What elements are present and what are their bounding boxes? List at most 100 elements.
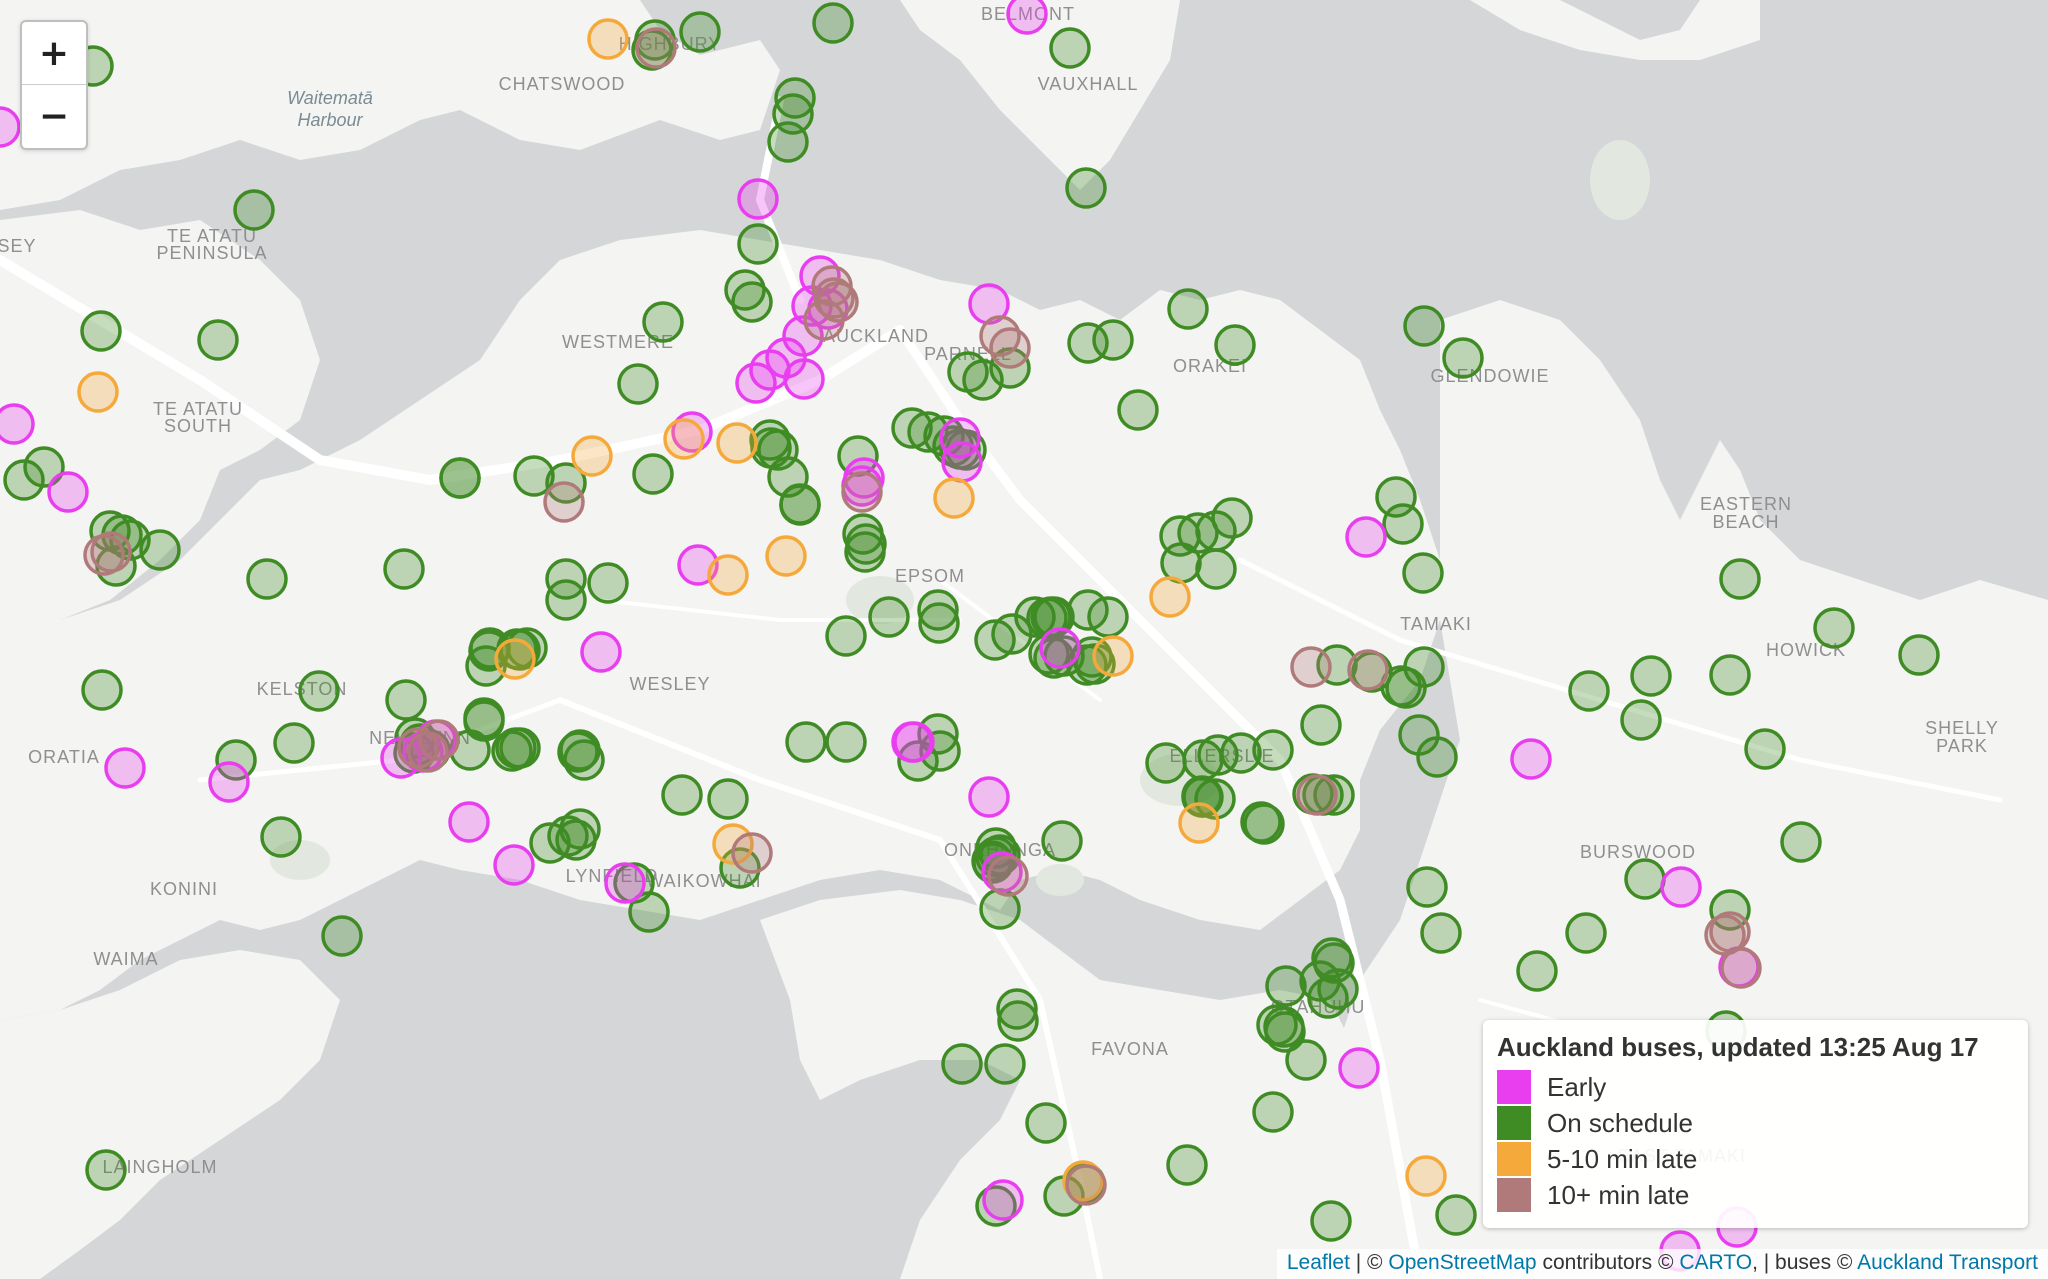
bus-marker-early[interactable]: [941, 441, 983, 483]
bus-marker-on-schedule[interactable]: [974, 619, 1016, 661]
bus-marker-on-schedule[interactable]: [1516, 950, 1558, 992]
bus-marker-late-5-10[interactable]: [933, 477, 975, 519]
bus-marker-on-schedule[interactable]: [559, 808, 601, 850]
bus-marker-early[interactable]: [104, 747, 146, 789]
bus-marker-on-schedule[interactable]: [1195, 548, 1237, 590]
bus-marker-early[interactable]: [1039, 627, 1081, 669]
bus-marker-late-10-plus[interactable]: [418, 719, 460, 761]
bus-marker-on-schedule[interactable]: [1243, 803, 1285, 845]
bus-marker-on-schedule[interactable]: [1630, 655, 1672, 697]
bus-marker-on-schedule[interactable]: [1382, 503, 1424, 545]
bus-marker-early[interactable]: [982, 1179, 1024, 1221]
bus-marker-on-schedule[interactable]: [812, 2, 854, 44]
bus-marker-on-schedule[interactable]: [1624, 858, 1666, 900]
bus-marker-on-schedule[interactable]: [1252, 1091, 1294, 1133]
bus-marker-late-5-10[interactable]: [1149, 576, 1191, 618]
osm-link[interactable]: OpenStreetMap: [1388, 1251, 1536, 1274]
bus-marker-early[interactable]: [735, 362, 777, 404]
bus-marker-on-schedule[interactable]: [197, 319, 239, 361]
bus-marker-on-schedule[interactable]: [1025, 1102, 1067, 1144]
zoom-out-button[interactable]: −: [22, 85, 86, 147]
bus-marker-on-schedule[interactable]: [1402, 552, 1444, 594]
bus-marker-early[interactable]: [580, 631, 622, 673]
bus-marker-on-schedule[interactable]: [1041, 820, 1083, 862]
bus-marker-on-schedule[interactable]: [321, 915, 363, 957]
bus-marker-on-schedule[interactable]: [642, 301, 684, 343]
bus-marker-early[interactable]: [47, 471, 89, 513]
bus-marker-on-schedule[interactable]: [385, 679, 427, 721]
bus-marker-on-schedule[interactable]: [298, 670, 340, 712]
bus-marker-late-5-10[interactable]: [663, 418, 705, 460]
bus-marker-late-10-plus[interactable]: [83, 534, 125, 576]
bus-marker-late-5-10[interactable]: [587, 18, 629, 60]
bus-marker-late-5-10[interactable]: [494, 638, 536, 680]
bus-marker-on-schedule[interactable]: [273, 722, 315, 764]
bus-marker-late-10-plus[interactable]: [1704, 914, 1746, 956]
bus-marker-on-schedule[interactable]: [559, 729, 601, 771]
bus-marker-on-schedule[interactable]: [545, 579, 587, 621]
bus-marker-on-schedule[interactable]: [139, 529, 181, 571]
bus-marker-on-schedule[interactable]: [1065, 167, 1107, 209]
bus-marker-on-schedule[interactable]: [825, 721, 867, 763]
leaflet-link[interactable]: Leaflet: [1287, 1251, 1350, 1274]
bus-marker-late-5-10[interactable]: [716, 422, 758, 464]
bus-marker-on-schedule[interactable]: [587, 562, 629, 604]
bus-marker-on-schedule[interactable]: [737, 223, 779, 265]
bus-marker-late-10-plus[interactable]: [989, 327, 1031, 369]
bus-marker-on-schedule[interactable]: [707, 778, 749, 820]
bus-marker-early[interactable]: [968, 776, 1010, 818]
bus-marker-on-schedule[interactable]: [1092, 319, 1134, 361]
bus-marker-on-schedule[interactable]: [1719, 558, 1761, 600]
bus-marker-on-schedule[interactable]: [1403, 305, 1445, 347]
bus-marker-on-schedule[interactable]: [918, 602, 960, 644]
bus-marker-on-schedule[interactable]: [868, 596, 910, 638]
bus-marker-on-schedule[interactable]: [1166, 1144, 1208, 1186]
bus-marker-early[interactable]: [448, 801, 490, 843]
bus-marker-late-10-plus[interactable]: [1065, 1164, 1107, 1206]
bus-marker-on-schedule[interactable]: [1435, 1194, 1477, 1236]
bus-marker-on-schedule[interactable]: [1565, 912, 1607, 954]
bus-marker-on-schedule[interactable]: [731, 281, 773, 323]
bus-marker-on-schedule[interactable]: [439, 457, 481, 499]
bus-marker-on-schedule[interactable]: [757, 429, 799, 471]
bus-marker-early[interactable]: [493, 844, 535, 886]
bus-marker-on-schedule[interactable]: [1117, 389, 1159, 431]
bus-marker-on-schedule[interactable]: [1087, 596, 1129, 638]
carto-link[interactable]: CARTO: [1679, 1251, 1752, 1274]
bus-marker-on-schedule[interactable]: [661, 774, 703, 816]
bus-marker-on-schedule[interactable]: [1145, 742, 1187, 784]
bus-marker-on-schedule[interactable]: [767, 121, 809, 163]
zoom-in-button[interactable]: +: [22, 22, 86, 85]
bus-marker-late-5-10[interactable]: [77, 371, 119, 413]
bus-marker-late-5-10[interactable]: [707, 554, 749, 596]
bus-marker-on-schedule[interactable]: [1780, 821, 1822, 863]
bus-marker-on-schedule[interactable]: [1620, 699, 1662, 741]
bus-marker-late-5-10[interactable]: [1178, 802, 1220, 844]
bus-marker-on-schedule[interactable]: [85, 1149, 127, 1191]
bus-marker-on-schedule[interactable]: [1416, 736, 1458, 778]
bus-marker-on-schedule[interactable]: [679, 11, 721, 53]
bus-marker-late-10-plus[interactable]: [1347, 649, 1389, 691]
bus-marker-on-schedule[interactable]: [632, 453, 674, 495]
bus-marker-on-schedule[interactable]: [997, 1000, 1039, 1042]
bus-marker-on-schedule[interactable]: [80, 310, 122, 352]
bus-marker-on-schedule[interactable]: [1898, 634, 1940, 676]
auckland-transport-link[interactable]: Auckland Transport: [1857, 1251, 2038, 1274]
bus-marker-on-schedule[interactable]: [260, 816, 302, 858]
bus-marker-on-schedule[interactable]: [1568, 670, 1610, 712]
bus-marker-early[interactable]: [0, 403, 35, 445]
bus-marker-on-schedule[interactable]: [1285, 1039, 1327, 1081]
bus-marker-on-schedule[interactable]: [1406, 866, 1448, 908]
bus-marker-on-schedule[interactable]: [1167, 288, 1209, 330]
bus-marker-on-schedule[interactable]: [1300, 704, 1342, 746]
bus-marker-on-schedule[interactable]: [1709, 654, 1751, 696]
bus-marker-late-10-plus[interactable]: [543, 481, 585, 523]
bus-marker-early[interactable]: [208, 761, 250, 803]
bus-marker-early[interactable]: [737, 178, 779, 220]
bus-marker-on-schedule[interactable]: [1265, 965, 1307, 1007]
bus-marker-late-5-10[interactable]: [765, 535, 807, 577]
bus-marker-on-schedule[interactable]: [1049, 27, 1091, 69]
bus-marker-on-schedule[interactable]: [1813, 607, 1855, 649]
bus-marker-on-schedule[interactable]: [617, 363, 659, 405]
bus-marker-on-schedule[interactable]: [825, 615, 867, 657]
